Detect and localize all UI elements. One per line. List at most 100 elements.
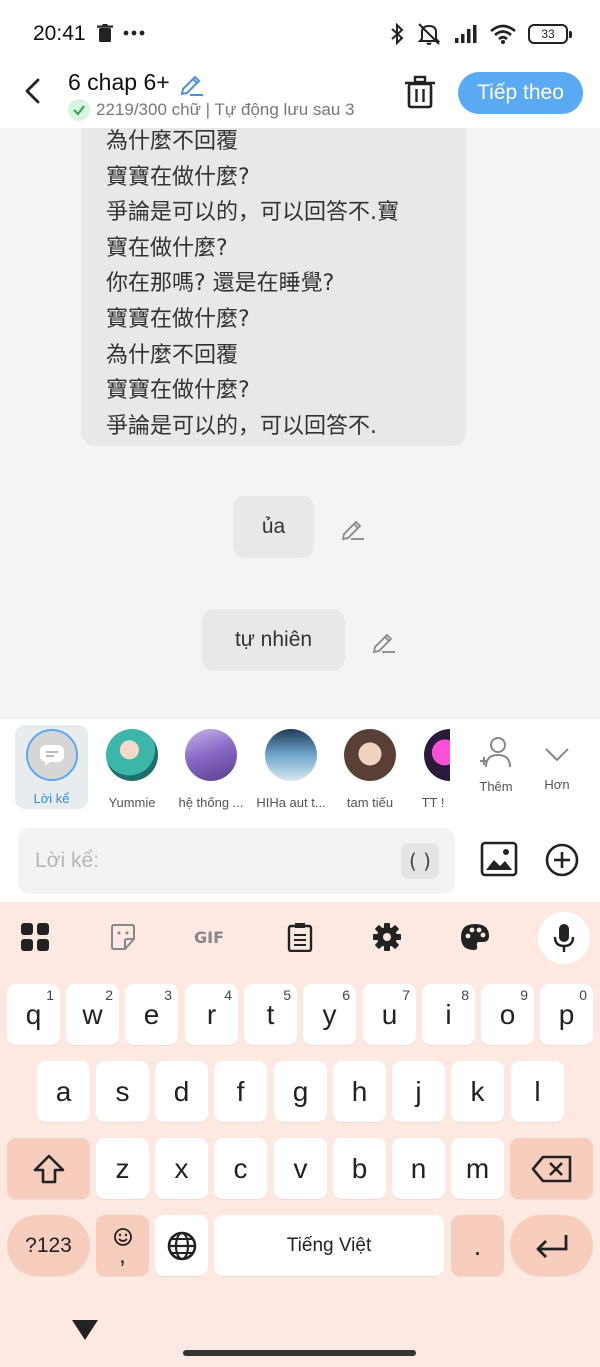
signal-icon [455, 25, 477, 43]
image-icon[interactable] [480, 840, 518, 878]
hide-keyboard-icon[interactable] [72, 1320, 98, 1340]
back-arrow-icon[interactable] [18, 74, 48, 108]
avatar [265, 729, 317, 781]
key-o[interactable]: o9 [481, 984, 534, 1045]
narrator-icon [25, 729, 78, 781]
character-system[interactable]: hệ thống ... [171, 727, 251, 810]
avatar [344, 729, 396, 781]
character-hiha[interactable]: HIHa aut t... [251, 727, 331, 810]
backspace-key[interactable] [510, 1138, 593, 1199]
narration-input[interactable] [18, 828, 378, 894]
emoji-comma-key[interactable]: , [96, 1215, 149, 1276]
character-name: tam tiếu [346, 795, 394, 810]
gif-icon[interactable]: GIF [194, 920, 230, 954]
clipboard-icon[interactable] [283, 920, 317, 954]
message-line: 為什麼不回覆 [106, 129, 239, 154]
apps-grid-icon[interactable] [18, 920, 52, 954]
avatar [185, 729, 237, 781]
key-i[interactable]: i8 [422, 984, 475, 1045]
delete-trash-icon[interactable] [402, 74, 438, 110]
language-key[interactable] [155, 1215, 208, 1276]
edit-message-icon[interactable] [340, 515, 366, 541]
key-d[interactable]: d [155, 1061, 208, 1122]
key-x[interactable]: x [155, 1138, 208, 1199]
character-name: hệ thống ... [178, 795, 244, 810]
message-line: 為什麼不回覆 [106, 342, 239, 368]
character-tt[interactable]: TT ! [410, 727, 450, 810]
character-name: Yummie [108, 795, 156, 810]
settings-gear-icon[interactable] [370, 920, 404, 954]
key-n[interactable]: n [392, 1138, 445, 1199]
next-button[interactable]: Tiếp theo [458, 72, 583, 114]
message-bubble[interactable]: 為什麼不回覆 寶寶在做什麼? 爭論是可以的，可以回答不.寶 寶在做什麼? 你在那… [81, 128, 466, 446]
saved-check-icon [68, 99, 90, 121]
word-count-text: 2219/300 chữ | Tự động lưu sau 3 [96, 100, 355, 119]
character-name: Lời kể [33, 791, 70, 806]
message-bubble-tu-nhien[interactable]: tự nhiên [202, 609, 345, 671]
soft-keyboard: GIF q1 w2 e3 r4 t5 y6 u7 i8 o9 p0 a s d … [0, 902, 600, 1367]
key-p[interactable]: p0 [540, 984, 593, 1045]
avatar [106, 729, 158, 781]
key-h[interactable]: h [333, 1061, 386, 1122]
key-z[interactable]: z [96, 1138, 149, 1199]
voice-input-button[interactable] [538, 912, 590, 964]
key-f[interactable]: f [214, 1061, 267, 1122]
character-yummie[interactable]: Yummie [92, 727, 172, 810]
status-bar: 20:41 33 [0, 0, 600, 64]
parenthesis-button[interactable]: ( ) [401, 843, 439, 879]
key-t[interactable]: t5 [244, 984, 297, 1045]
edit-message-icon[interactable] [371, 628, 397, 654]
key-k[interactable]: k [451, 1061, 504, 1122]
key-m[interactable]: m [451, 1138, 504, 1199]
key-y[interactable]: y6 [303, 984, 356, 1045]
enter-key[interactable] [510, 1215, 593, 1276]
key-e[interactable]: e3 [125, 984, 178, 1045]
key-l[interactable]: l [511, 1061, 564, 1122]
avatar [424, 729, 450, 781]
chat-area[interactable]: 為什麼不回覆 寶寶在做什麼? 爭論是可以的，可以回答不.寶 寶在做什麼? 你在那… [0, 128, 600, 718]
key-b[interactable]: b [333, 1138, 386, 1199]
key-a[interactable]: a [37, 1061, 90, 1122]
key-v[interactable]: v [274, 1138, 327, 1199]
key-s[interactable]: s [96, 1061, 149, 1122]
message-line: 寶寶在做什麼? [106, 164, 250, 190]
edit-pencil-icon[interactable] [178, 70, 204, 96]
expand-characters-button[interactable]: Hơn [517, 727, 597, 792]
message-line: 寶寶在做什麼? [106, 306, 250, 332]
wifi-icon [490, 24, 516, 44]
add-circle-icon[interactable] [544, 842, 580, 878]
composer-box: ( ) [18, 828, 455, 894]
key-q[interactable]: q1 [7, 984, 60, 1045]
key-j[interactable]: j [392, 1061, 445, 1122]
character-tam-tieu[interactable]: tam tiếu [330, 727, 410, 810]
home-indicator[interactable] [183, 1350, 416, 1356]
editor-header: 6 chap 6+ 2219/300 chữ | Tự động lưu sau… [0, 64, 600, 128]
keyboard-toolbar: GIF [0, 902, 600, 972]
message-bubble-ua[interactable]: ủa [233, 496, 314, 558]
sticker-icon[interactable] [106, 920, 140, 954]
key-g[interactable]: g [274, 1061, 327, 1122]
add-person-icon [480, 737, 511, 768]
key-w[interactable]: w2 [66, 984, 119, 1045]
bluetooth-icon [391, 23, 404, 45]
period-key[interactable]: . [451, 1215, 504, 1276]
chapter-title-text: 6 chap 6+ [68, 69, 170, 95]
expand-label: Hơn [544, 777, 570, 792]
key-u[interactable]: u7 [363, 984, 416, 1045]
message-line: 爭論是可以的，可以回答不.寶 [106, 200, 399, 226]
symbols-key[interactable]: ?123 [7, 1215, 90, 1276]
key-c[interactable]: c [214, 1138, 267, 1199]
character-selector: Lời kể Yummie hệ thống ... HIHa aut t...… [0, 718, 600, 818]
chapter-title[interactable]: 6 chap 6+ [68, 69, 204, 96]
enter-arrow-icon [536, 1234, 567, 1258]
shift-key[interactable] [7, 1138, 90, 1199]
character-narrator[interactable]: Lời kể [15, 725, 88, 809]
composer: ( ) [0, 818, 600, 902]
space-key[interactable]: Tiếng Việt [214, 1215, 444, 1276]
trash-notification-icon [97, 24, 113, 42]
key-r[interactable]: r4 [185, 984, 238, 1045]
chevron-down-icon [545, 748, 569, 762]
shift-arrow-icon [33, 1154, 64, 1183]
backspace-icon [531, 1155, 571, 1182]
theme-palette-icon[interactable] [458, 920, 492, 954]
